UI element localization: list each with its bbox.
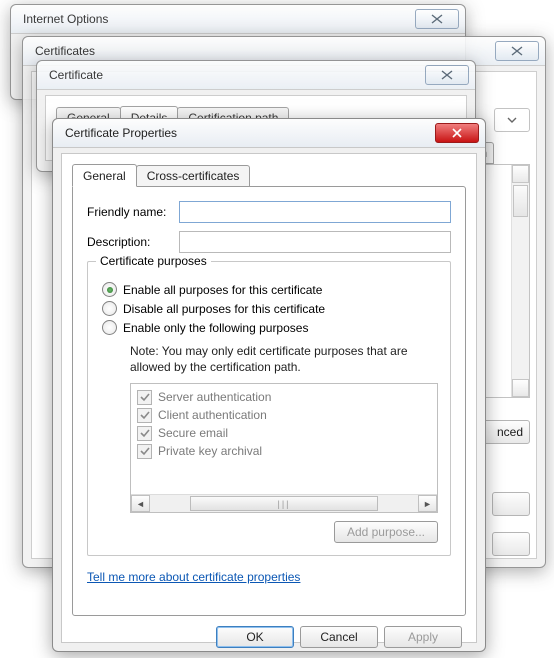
checkbox-disabled (137, 408, 152, 423)
radio-enable-all-row[interactable]: Enable all purposes for this certificate (102, 282, 438, 297)
titlebar-cert-props: Certificate Properties (53, 119, 485, 148)
list-item: Server authentication (137, 388, 417, 406)
radio-enable-only-label: Enable only the following purposes (123, 321, 308, 335)
purposes-listbox: Server authentication Client authenticati… (130, 383, 438, 513)
close-icon (450, 128, 464, 138)
titlebar-internet-options: Internet Options (11, 5, 465, 34)
scrollbar-vertical[interactable] (511, 165, 529, 397)
list-item: Client authentication (137, 406, 417, 424)
tab-general[interactable]: General (72, 164, 137, 187)
radio-disable-all[interactable] (102, 301, 117, 316)
scroll-down-icon[interactable] (512, 379, 529, 397)
purposes-note: Note: You may only edit certificate purp… (130, 343, 438, 375)
scroll-right-icon[interactable]: ► (418, 495, 437, 512)
scroll-track[interactable]: ||| (150, 496, 418, 511)
list-item-label: Client authentication (158, 408, 267, 422)
friendly-name-input[interactable] (179, 201, 451, 223)
title-cert-props: Certificate Properties (65, 126, 177, 140)
certificate-purposes-group: Certificate purposes Enable all purposes… (87, 261, 451, 556)
chevron-down-icon (507, 117, 517, 123)
group-legend: Certificate purposes (96, 254, 211, 268)
titlebar-certificate: Certificate (37, 61, 475, 90)
radio-disable-all-row[interactable]: Disable all purposes for this certificat… (102, 301, 438, 316)
title-internet-options: Internet Options (23, 12, 108, 26)
list-item: Secure email (137, 424, 417, 442)
apply-button[interactable]: Apply (384, 626, 462, 648)
list-item: Private key archival (137, 442, 417, 460)
close-icon[interactable] (415, 9, 459, 29)
tabpanel-general: Friendly name: Description: Certificate … (72, 186, 466, 616)
window-certificate-properties: Certificate Properties General Cross-cer… (52, 118, 486, 652)
title-certificate: Certificate (49, 68, 103, 82)
dropdown-button[interactable] (494, 108, 530, 132)
scroll-thumb[interactable] (513, 185, 528, 217)
add-purpose-button[interactable]: Add purpose... (334, 521, 438, 543)
checkbox-disabled (137, 426, 152, 441)
scroll-up-icon[interactable] (512, 165, 529, 183)
dialog-footer: OK Cancel Apply (62, 616, 476, 648)
props-tabs: General Cross-certificates Friendly name… (72, 164, 466, 616)
tab-cross-certificates[interactable]: Cross-certificates (136, 165, 251, 186)
list-item-label: Private key archival (158, 444, 262, 458)
list-item-label: Server authentication (158, 390, 271, 404)
description-input[interactable] (179, 231, 451, 253)
close-icon[interactable] (495, 41, 539, 61)
ok-button[interactable]: OK (216, 626, 294, 648)
help-link[interactable]: Tell me more about certificate propertie… (87, 570, 300, 584)
radio-disable-all-label: Disable all purposes for this certificat… (123, 302, 325, 316)
list-item-label: Secure email (158, 426, 228, 440)
friendly-name-label: Friendly name: (87, 205, 179, 219)
title-certificates: Certificates (35, 44, 95, 58)
close-button[interactable] (435, 123, 479, 143)
close-icon[interactable] (425, 65, 469, 85)
button-fragment-2[interactable] (492, 532, 530, 556)
radio-enable-all[interactable] (102, 282, 117, 297)
button-fragment-1[interactable] (492, 492, 530, 516)
checkbox-disabled (137, 390, 152, 405)
scroll-thumb[interactable]: ||| (190, 496, 378, 511)
description-label: Description: (87, 235, 179, 249)
scroll-left-icon[interactable]: ◄ (131, 495, 150, 512)
checkbox-disabled (137, 444, 152, 459)
cancel-button[interactable]: Cancel (300, 626, 378, 648)
radio-enable-only-row[interactable]: Enable only the following purposes (102, 320, 438, 335)
scrollbar-horizontal[interactable]: ◄ ||| ► (131, 494, 437, 512)
radio-enable-all-label: Enable all purposes for this certificate (123, 283, 322, 297)
radio-enable-only[interactable] (102, 320, 117, 335)
body-cert-props: General Cross-certificates Friendly name… (61, 153, 477, 643)
